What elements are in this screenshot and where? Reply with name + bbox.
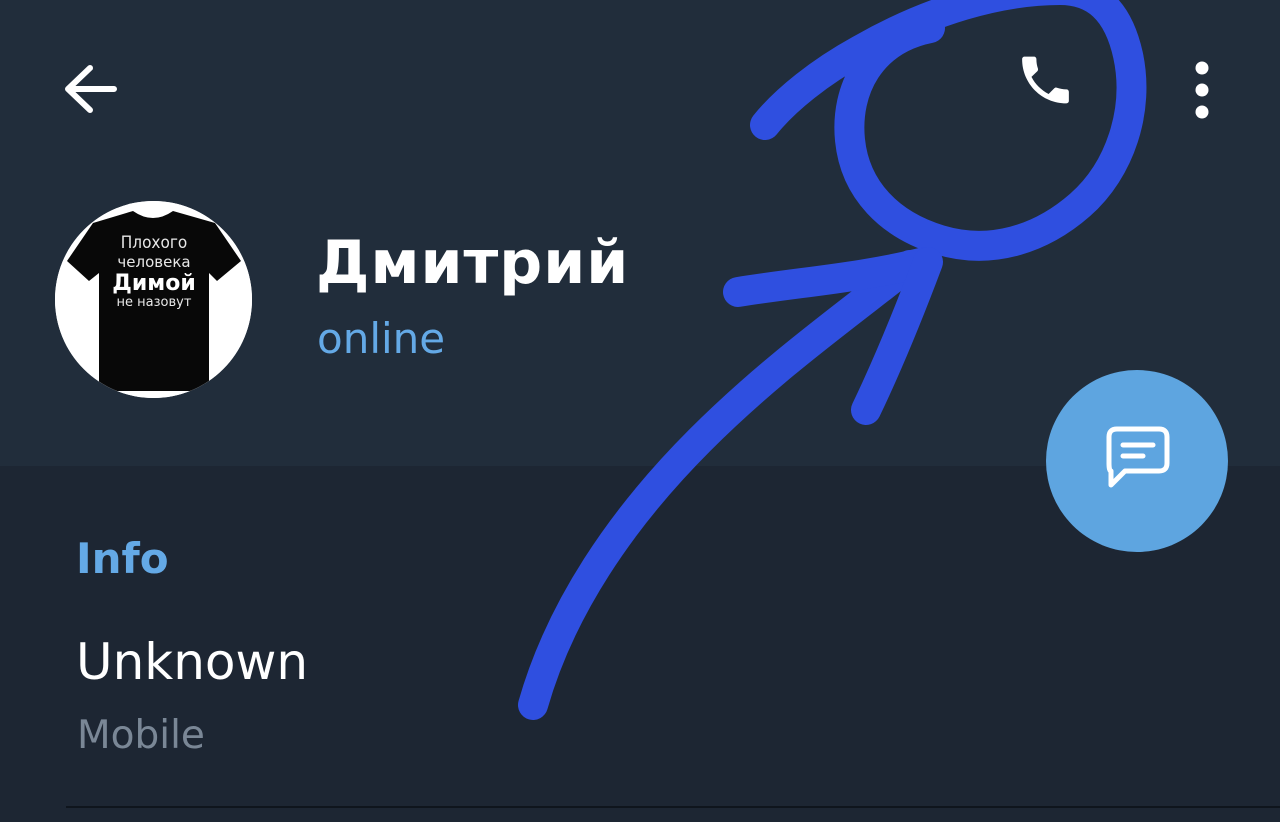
divider (66, 806, 1280, 808)
message-icon (1106, 426, 1170, 488)
more-options-button[interactable] (1180, 56, 1224, 126)
contact-name: Дмитрий (316, 228, 630, 298)
avatar[interactable]: Плохого человека Димой не назовут (55, 201, 252, 398)
send-message-button[interactable] (1046, 370, 1228, 552)
avatar-text-line-3: Димой (112, 271, 196, 296)
call-button[interactable] (1006, 52, 1086, 128)
phone-number-label: Mobile (77, 713, 205, 758)
more-vertical-icon (1195, 61, 1209, 119)
avatar-text-line-2: человека (117, 253, 190, 271)
phone-number-value[interactable]: Unknown (76, 633, 308, 691)
info-section-title: Info (76, 534, 169, 583)
profile-screen: Плохого человека Димой не назовут Дмитри… (0, 0, 1280, 822)
phone-icon (1022, 56, 1069, 104)
back-button[interactable] (56, 56, 126, 122)
avatar-text-line-1: Плохого (121, 233, 187, 253)
contact-status: online (317, 314, 446, 363)
arrow-left-icon (65, 65, 117, 113)
avatar-text-line-4: не назовут (117, 295, 192, 310)
avatar-image: Плохого человека Димой не назовут (55, 201, 252, 398)
